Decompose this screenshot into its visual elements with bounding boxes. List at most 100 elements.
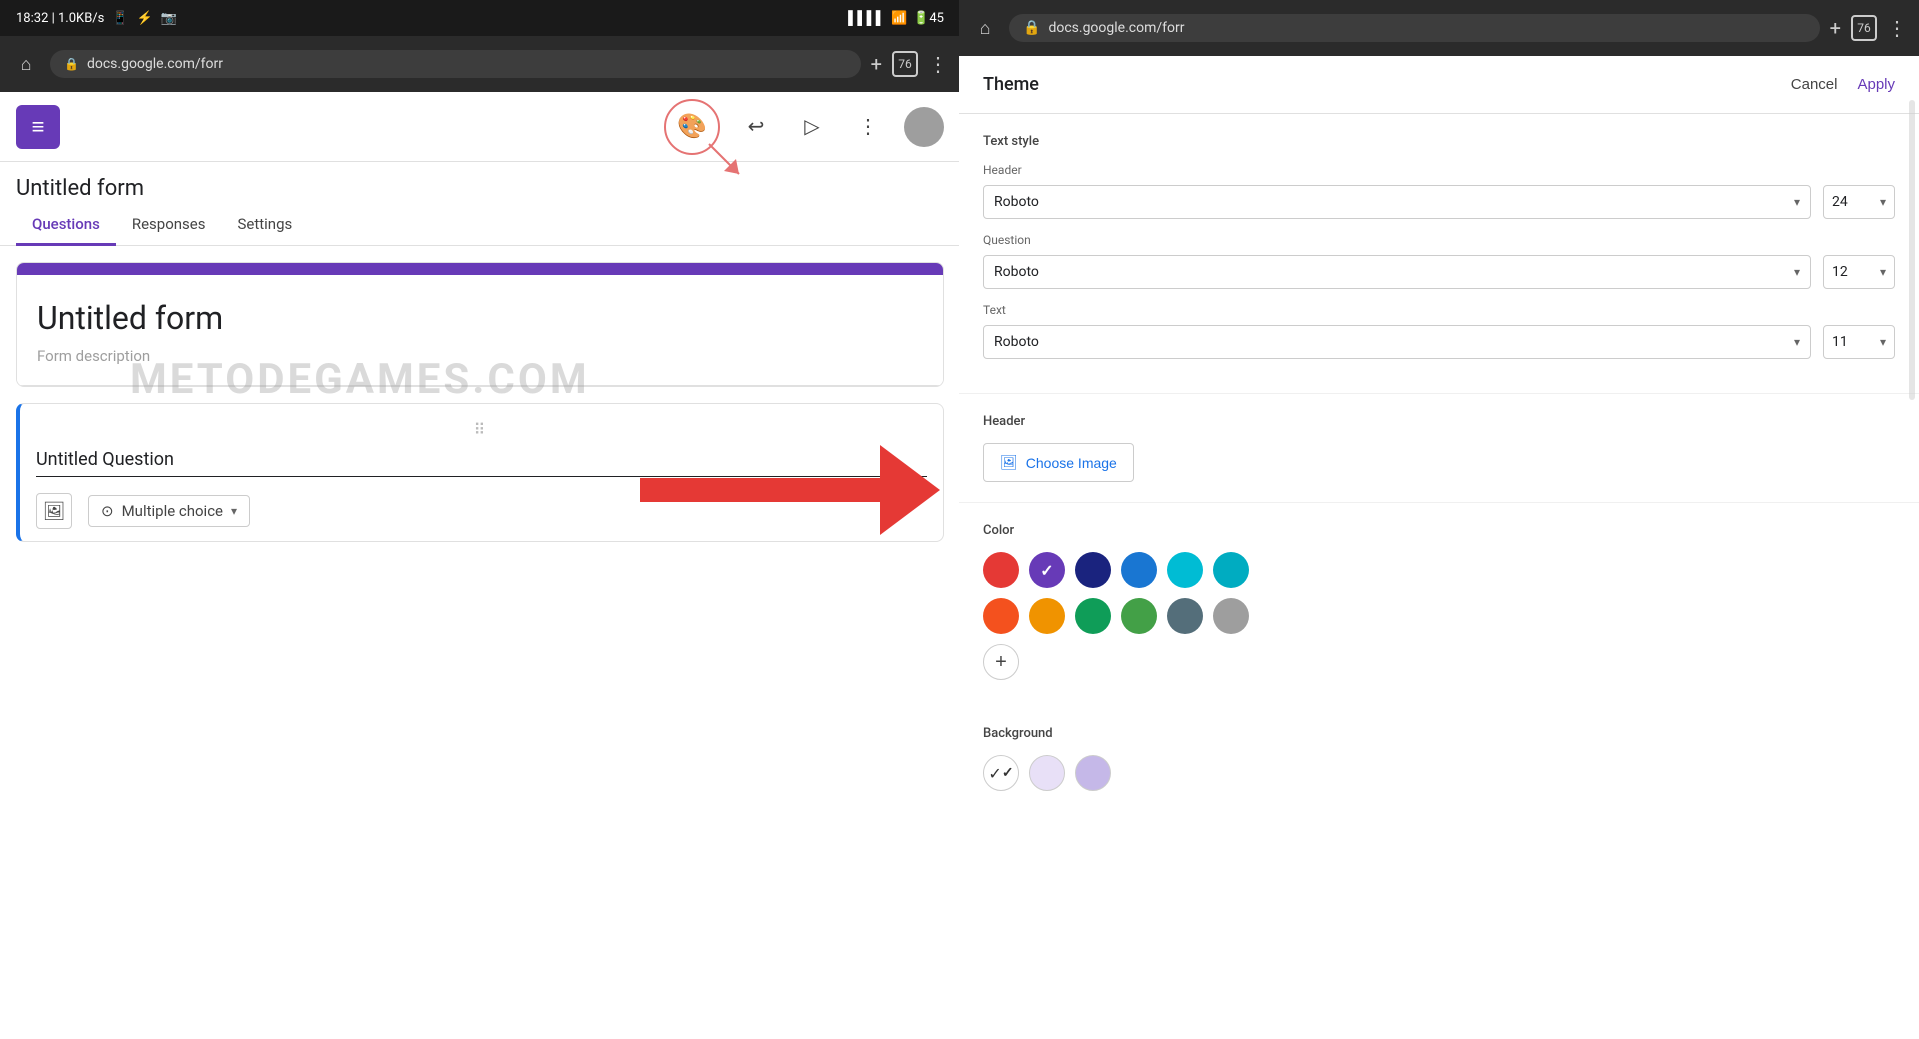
wifi-icon: 📶 [891,11,907,26]
question-type-row: 🖼 ⊙ Multiple choice ▾ [36,493,927,529]
url-text-right: docs.google.com/forr [1048,20,1184,36]
home-icon-right[interactable]: ⌂ [971,14,999,42]
browser-chrome-right: ⌂ 🔒 docs.google.com/forr + 76 ⋮ [959,0,1919,56]
question-size-select[interactable]: 12 ▾ [1823,255,1895,289]
undo-button[interactable]: ↩ [736,107,776,147]
form-header-bar [17,263,943,275]
question-font-name: Roboto [994,264,1039,280]
text-size-select[interactable]: 11 ▾ [1823,325,1895,359]
browser-menu-right[interactable]: ⋮ [1887,16,1907,40]
color-swatch-teal[interactable] [1075,598,1111,634]
color-section: Color + [959,503,1919,710]
form-content-card: Untitled form Form description [16,262,944,387]
cancel-button[interactable]: Cancel [1791,76,1838,93]
header-image-section: Header 🖼 Choose Image [959,394,1919,503]
question-text[interactable]: Untitled Question [36,449,927,477]
color-swatch-navy[interactable] [1075,552,1111,588]
bg-swatch-light[interactable] [1029,755,1065,791]
color-swatch-red[interactable] [983,552,1019,588]
question-type-select[interactable]: ⊙ Multiple choice ▾ [88,495,250,527]
color-swatch-grey[interactable] [1213,598,1249,634]
form-header-content: Untitled form Form description [17,275,943,386]
question-font-select[interactable]: Roboto ▾ [983,255,1811,289]
color-row-add: + [983,644,1895,680]
color-section-label: Color [983,523,1895,538]
home-icon[interactable]: ⌂ [12,50,40,78]
chevron-question-icon: ▾ [1794,265,1800,279]
signal-icon: ▌▌▌▌ [848,10,885,26]
chevron-text-icon: ▾ [1794,335,1800,349]
text-font-select[interactable]: Roboto ▾ [983,325,1811,359]
chevron-down-icon: ▾ [231,504,237,518]
image-placeholder-button[interactable]: 🖼 [36,493,72,529]
status-time: 18:32 | 1.0KB/s [16,11,104,26]
right-panel: ⌂ 🔒 docs.google.com/forr + 76 ⋮ Theme Ca… [959,0,1919,1039]
browser-chrome-dark: ⌂ 🔒 docs.google.com/forr + 76 ⋮ [0,36,960,92]
text-style-section: Text style Header Roboto ▾ 24 ▾ Question… [959,114,1919,394]
color-swatch-cyan[interactable] [1167,552,1203,588]
lock-icon-right: 🔒 [1023,20,1040,36]
chevron-header-size-icon: ▾ [1880,195,1886,209]
color-swatch-purple[interactable] [1029,552,1065,588]
apply-button[interactable]: Apply [1857,76,1895,93]
question-card: ⠿ Untitled Question 🖼 ⊙ Multiple choice … [16,403,944,542]
image-icon: 🖼 [1000,454,1018,471]
color-swatch-green[interactable] [1121,598,1157,634]
header-font-select[interactable]: Roboto ▾ [983,185,1811,219]
forms-toolbar: ≡ 🎨 ↩ ▷ ⋮ [0,92,960,162]
url-bar-left[interactable]: 🔒 docs.google.com/forr [50,50,861,78]
form-title-large[interactable]: Untitled form [37,299,923,337]
header-font-row: Roboto ▾ 24 ▾ [983,185,1895,219]
header-font-size: 24 [1832,194,1848,210]
header-size-select[interactable]: 24 ▾ [1823,185,1895,219]
color-row-2 [983,598,1895,634]
bg-swatch-dark[interactable] [1075,755,1111,791]
form-title: Untitled form [16,176,144,201]
new-tab-icon[interactable]: + [871,52,882,76]
color-swatch-blue[interactable] [1121,552,1157,588]
chevron-header-icon: ▾ [1794,195,1800,209]
form-tabs: Questions Responses Settings [0,205,960,246]
text-style-label: Text style [983,134,1895,149]
battery-icon: 🔋45 [913,11,944,26]
user-avatar[interactable] [904,107,944,147]
text-sublabel: Text [983,303,1895,317]
palette-wrapper: 🎨 [664,99,720,155]
palette-button[interactable]: 🎨 [664,99,720,155]
choose-image-label: Choose Image [1026,455,1117,471]
bg-swatch-white[interactable]: ✓ [983,755,1019,791]
header-sublabel: Header [983,163,1895,177]
browser-menu-left[interactable]: ⋮ [928,52,948,76]
tab-add-right[interactable]: + [1830,16,1841,40]
lock-icon: 🔒 [64,57,79,71]
add-color-button[interactable]: + [983,644,1019,680]
forms-logo: ≡ [16,105,60,149]
send-button[interactable]: ▷ [792,107,832,147]
tab-count-right[interactable]: 76 [1851,15,1877,41]
tab-count-left[interactable]: 76 [892,51,918,77]
question-font-size: 12 [1832,264,1848,280]
color-swatch-amber[interactable] [1029,598,1065,634]
tab-responses[interactable]: Responses [116,205,222,246]
text-font-name: Roboto [994,334,1039,350]
tab-settings[interactable]: Settings [221,205,308,246]
question-type-label: Multiple choice [122,502,223,520]
form-description[interactable]: Form description [37,347,923,365]
color-swatch-teal-cyan[interactable] [1213,552,1249,588]
status-bar: 18:32 | 1.0KB/s 📱 ⚡ 📷 ▌▌▌▌ 📶 🔋45 [0,0,960,36]
url-bar-right[interactable]: 🔒 docs.google.com/forr [1009,14,1820,42]
header-section-label: Header [983,414,1895,429]
left-panel: 18:32 | 1.0KB/s 📱 ⚡ 📷 ▌▌▌▌ 📶 🔋45 ⌂ 🔒 doc… [0,0,960,1039]
instagram-icon: 📷 [161,11,177,26]
background-section: Background ✓ [959,710,1919,807]
tab-questions[interactable]: Questions [16,205,116,246]
choose-image-button[interactable]: 🖼 Choose Image [983,443,1134,482]
more-options-button[interactable]: ⋮ [848,107,888,147]
color-swatch-orange[interactable] [983,598,1019,634]
text-font-row: Roboto ▾ 11 ▾ [983,325,1895,359]
scrollbar[interactable] [1909,100,1915,400]
theme-title: Theme [983,74,1791,95]
status-left: 18:32 | 1.0KB/s 📱 ⚡ 📷 [16,11,177,26]
color-swatch-bluegrey[interactable] [1167,598,1203,634]
radio-icon: ⊙ [101,502,114,520]
